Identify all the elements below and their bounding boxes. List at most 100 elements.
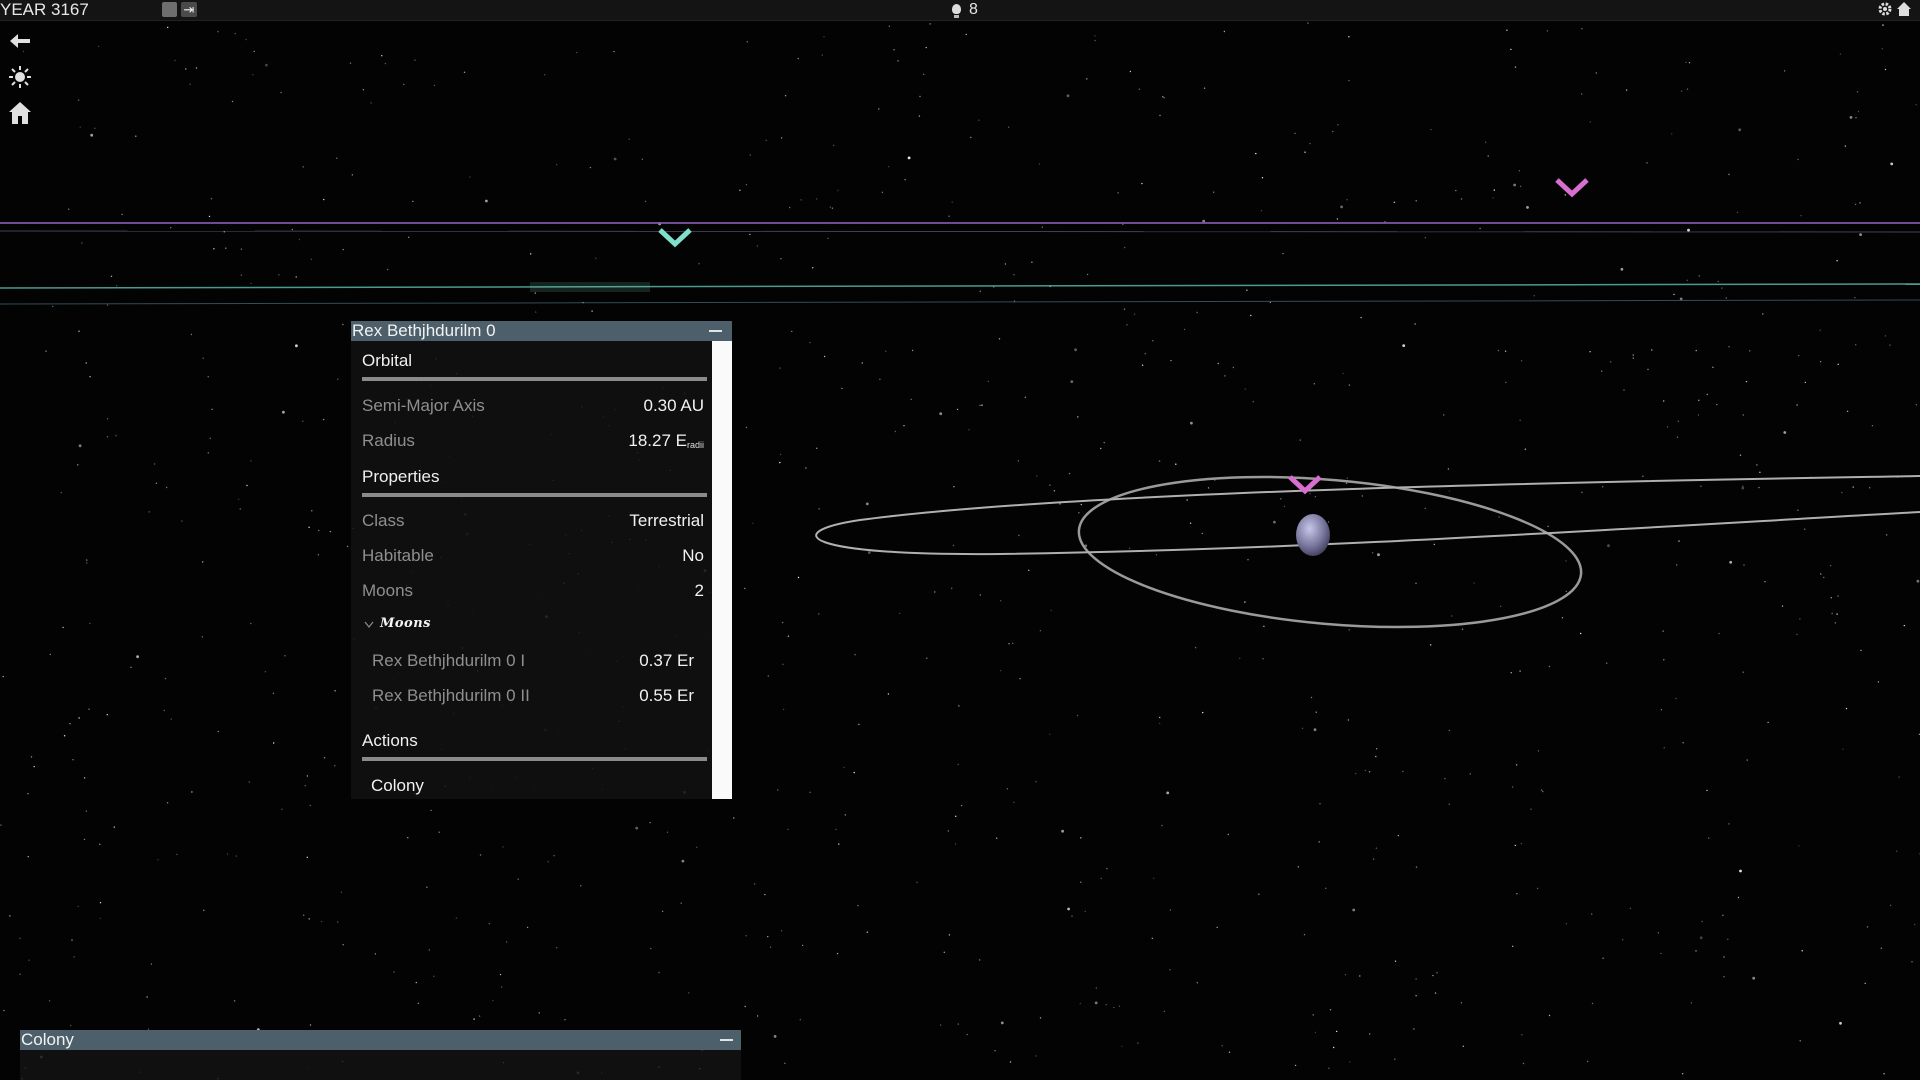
star <box>1524 448 1527 450</box>
home-icon[interactable] <box>1896 1 1912 17</box>
home-icon[interactable] <box>8 100 32 126</box>
star <box>148 511 150 513</box>
star <box>1706 393 1708 396</box>
moon-row[interactable]: Rex Bethjhdurilm 0 II 0.55 Er <box>372 686 694 710</box>
star <box>1018 534 1020 537</box>
year-label: YEAR 3167 <box>0 0 89 19</box>
star <box>998 338 1001 340</box>
star <box>1728 823 1730 825</box>
star <box>858 723 860 726</box>
star <box>121 213 123 216</box>
colony-panel[interactable]: Colony <box>20 1030 741 1080</box>
star <box>919 95 921 98</box>
minimize-icon[interactable] <box>709 330 722 332</box>
star <box>1375 748 1378 750</box>
back-arrow-icon[interactable] <box>8 28 32 54</box>
star <box>1606 662 1608 664</box>
star <box>910 398 912 401</box>
star <box>878 108 880 110</box>
star <box>787 828 789 831</box>
star <box>250 622 252 625</box>
star <box>1151 937 1154 939</box>
star <box>1797 509 1799 511</box>
star <box>1261 177 1264 179</box>
panel-scrollbar[interactable] <box>712 341 732 799</box>
star <box>1377 553 1380 557</box>
star <box>1521 1034 1523 1036</box>
star-system-icon[interactable] <box>8 64 32 90</box>
star <box>1415 866 1418 868</box>
star <box>1632 357 1635 359</box>
star <box>1255 152 1257 155</box>
panel-title: Rex Bethjhdurilm 0 <box>352 321 496 340</box>
star <box>784 95 787 97</box>
star <box>1280 498 1282 500</box>
star <box>866 931 868 933</box>
star <box>1394 960 1397 962</box>
star <box>576 51 578 54</box>
star <box>1024 396 1027 398</box>
star <box>1086 273 1089 276</box>
star <box>211 408 213 410</box>
star <box>1745 380 1748 383</box>
star <box>777 789 779 791</box>
gear-icon[interactable] <box>1877 1 1893 17</box>
colony-title-bar[interactable]: Colony <box>20 1030 741 1050</box>
star <box>893 49 895 51</box>
star <box>535 311 537 313</box>
star <box>1866 926 1869 928</box>
star <box>1698 399 1700 401</box>
ship-marker-cyan[interactable] <box>657 226 693 250</box>
star <box>1332 130 1334 133</box>
star <box>1455 189 1457 192</box>
star <box>217 31 219 33</box>
star <box>1369 1033 1371 1035</box>
star <box>426 886 428 888</box>
exit-arrow-icon[interactable]: ⇥ <box>181 2 197 17</box>
star <box>150 963 153 965</box>
star <box>191 791 193 793</box>
star <box>323 757 326 759</box>
star <box>564 1019 566 1021</box>
star <box>1675 697 1677 700</box>
star <box>1103 441 1105 444</box>
star <box>1036 475 1038 477</box>
star <box>1602 486 1604 488</box>
properties-heading: Properties <box>362 467 440 486</box>
star <box>1141 182 1143 185</box>
top-right-controls <box>1877 1 1912 17</box>
star <box>1519 185 1522 187</box>
space-view[interactable] <box>0 0 1920 1080</box>
minimize-icon[interactable] <box>720 1039 733 1041</box>
star <box>1839 53 1842 55</box>
star <box>791 330 793 333</box>
star <box>1716 403 1718 406</box>
star <box>2 675 4 678</box>
star <box>1224 375 1226 377</box>
star <box>1819 360 1822 363</box>
star <box>947 830 950 832</box>
moons-toggle[interactable]: Moons <box>364 616 431 631</box>
ship-marker-pink-top[interactable] <box>1554 176 1590 200</box>
star <box>887 693 890 695</box>
orbit-line-cyan-faint <box>0 299 1920 305</box>
semi-major-axis-value: 0.30 AU <box>643 396 705 415</box>
colony-action-button[interactable]: Colony <box>351 773 471 799</box>
star <box>1017 460 1019 462</box>
ship-marker-pink-planet[interactable] <box>1287 473 1323 497</box>
star <box>1371 552 1374 554</box>
star <box>210 198 213 200</box>
star <box>1239 657 1241 659</box>
star <box>351 174 353 176</box>
star <box>384 62 387 65</box>
moon-row[interactable]: Rex Bethjhdurilm 0 I 0.37 Er <box>372 651 694 675</box>
planet-info-panel[interactable]: Rex Bethjhdurilm 0 Orbital Semi-Major Ax… <box>351 321 732 799</box>
star <box>1663 400 1665 402</box>
star <box>1589 121 1591 123</box>
research-indicator[interactable]: 8 <box>952 0 978 20</box>
star <box>19 973 21 975</box>
panel-title-bar[interactable]: Rex Bethjhdurilm 0 <box>351 321 732 341</box>
star <box>841 387 843 390</box>
stop-square-icon[interactable] <box>162 2 177 17</box>
star <box>1651 349 1653 351</box>
